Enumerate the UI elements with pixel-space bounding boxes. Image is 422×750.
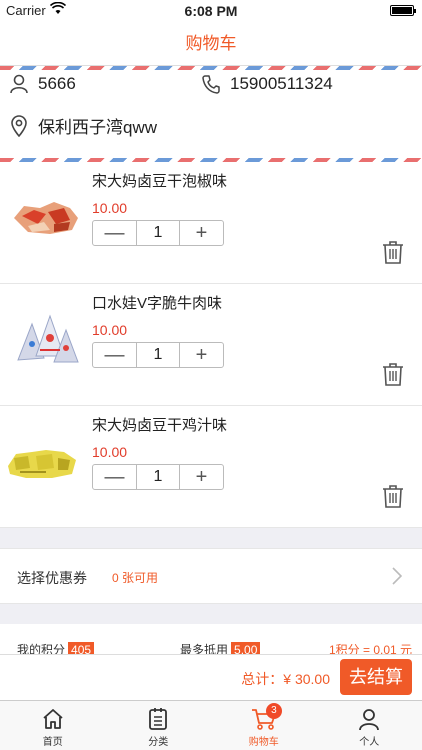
product-price: 10.00 — [92, 200, 128, 216]
tab-cart[interactable]: 3 购物车 — [211, 701, 317, 750]
tab-home-label: 首页 — [42, 737, 63, 748]
cart-item[interactable]: 口水娃V字脆牛肉味 10.00 — 1 + — [0, 284, 422, 406]
nav-bar: 购物车 — [0, 22, 422, 66]
status-time: 6:08 PM — [184, 3, 238, 19]
tab-bar: 首页 分类 3 购物车 个人 — [0, 700, 422, 750]
coupon-row[interactable]: 选择优惠券 0 张可用 — [0, 548, 422, 604]
my-points-label: 我的积分 — [17, 643, 66, 654]
tab-category-label: 分类 — [148, 737, 169, 748]
checkout-button[interactable]: 去结算 — [340, 659, 412, 695]
tab-profile[interactable]: 个人 — [317, 701, 422, 750]
cart-item[interactable]: 宋大妈卤豆干鸡汁味 10.00 — 1 + — [0, 406, 422, 528]
phone-row: 15900511324 — [202, 74, 333, 94]
recipient-address: 保利西子湾qww — [38, 118, 158, 137]
product-name: 宋大妈卤豆干泡椒味 — [92, 173, 228, 190]
coupon-label: 选择优惠券 — [17, 570, 87, 586]
product-image — [6, 422, 78, 494]
my-points: 我的积分 405 — [17, 641, 95, 654]
product-name: 宋大妈卤豆干鸡汁味 — [92, 417, 228, 434]
tab-profile-label: 个人 — [359, 737, 380, 748]
decrease-button[interactable]: — — [93, 343, 136, 367]
person-icon — [359, 709, 380, 731]
recipient-name: 5666 — [38, 74, 76, 93]
points-row: 我的积分 405 最多抵用 5.00 1积分 = 0.01 元 — [0, 624, 422, 654]
tab-cart-label: 购物车 — [248, 737, 279, 748]
address-card[interactable]: 5666 15900511324 保利西子湾qww — [0, 66, 422, 162]
points-rule: 1积分 = 0.01 元 — [329, 643, 413, 654]
product-image — [10, 178, 82, 250]
product-name: 口水娃V字脆牛肉味 — [92, 295, 223, 312]
max-deduct-value: 5.00 — [231, 641, 261, 654]
airmail-border-top — [0, 66, 422, 70]
cart-list: 宋大妈卤豆干泡椒味 10.00 — 1 + 口水娃V字脆牛肉味 10.00 — … — [0, 162, 422, 528]
checkout-bar: 总计：¥ 30.00 去结算 — [0, 654, 422, 700]
battery-icon — [390, 5, 416, 16]
cart-item[interactable]: 宋大妈卤豆干泡椒味 10.00 — 1 + — [0, 162, 422, 284]
phone-icon — [202, 75, 220, 94]
increase-button[interactable]: + — [180, 221, 223, 245]
trash-icon[interactable] — [382, 240, 404, 264]
quantity-stepper: — 1 + — [92, 464, 224, 490]
decrease-button[interactable]: — — [93, 221, 136, 245]
list-icon — [149, 708, 168, 730]
my-points-value: 405 — [68, 641, 95, 654]
trash-icon[interactable] — [382, 484, 404, 508]
location-row: 保利西子湾qww — [10, 113, 157, 138]
quantity-value[interactable]: 1 — [136, 221, 180, 245]
increase-button[interactable]: + — [180, 465, 223, 489]
person-icon — [10, 74, 28, 94]
quantity-value[interactable]: 1 — [136, 465, 180, 489]
tab-home[interactable]: 首页 — [0, 701, 106, 750]
cart-badge: 3 — [265, 703, 282, 719]
location-pin-icon — [11, 114, 27, 137]
product-image — [10, 300, 82, 372]
product-price: 10.00 — [92, 322, 128, 338]
product-price: 10.00 — [92, 444, 128, 460]
max-deduct: 最多抵用 5.00 — [180, 641, 261, 654]
quantity-stepper: — 1 + — [92, 220, 224, 246]
recipient-row: 5666 — [10, 74, 76, 94]
trash-icon[interactable] — [382, 362, 404, 386]
decrease-button[interactable]: — — [93, 465, 136, 489]
quantity-stepper: — 1 + — [92, 342, 224, 368]
tab-category[interactable]: 分类 — [106, 701, 212, 750]
status-bar: Carrier 6:08 PM — [0, 0, 422, 22]
home-icon — [43, 709, 63, 729]
total-amount: 总计：¥ 30.00 — [241, 671, 330, 687]
chevron-right-icon — [392, 567, 402, 585]
coupon-count: 0 张可用 — [112, 571, 159, 585]
page-title: 购物车 — [185, 34, 237, 53]
max-deduct-label: 最多抵用 — [180, 643, 229, 654]
quantity-value[interactable]: 1 — [136, 343, 180, 367]
increase-button[interactable]: + — [180, 343, 223, 367]
recipient-phone: 15900511324 — [230, 74, 333, 93]
